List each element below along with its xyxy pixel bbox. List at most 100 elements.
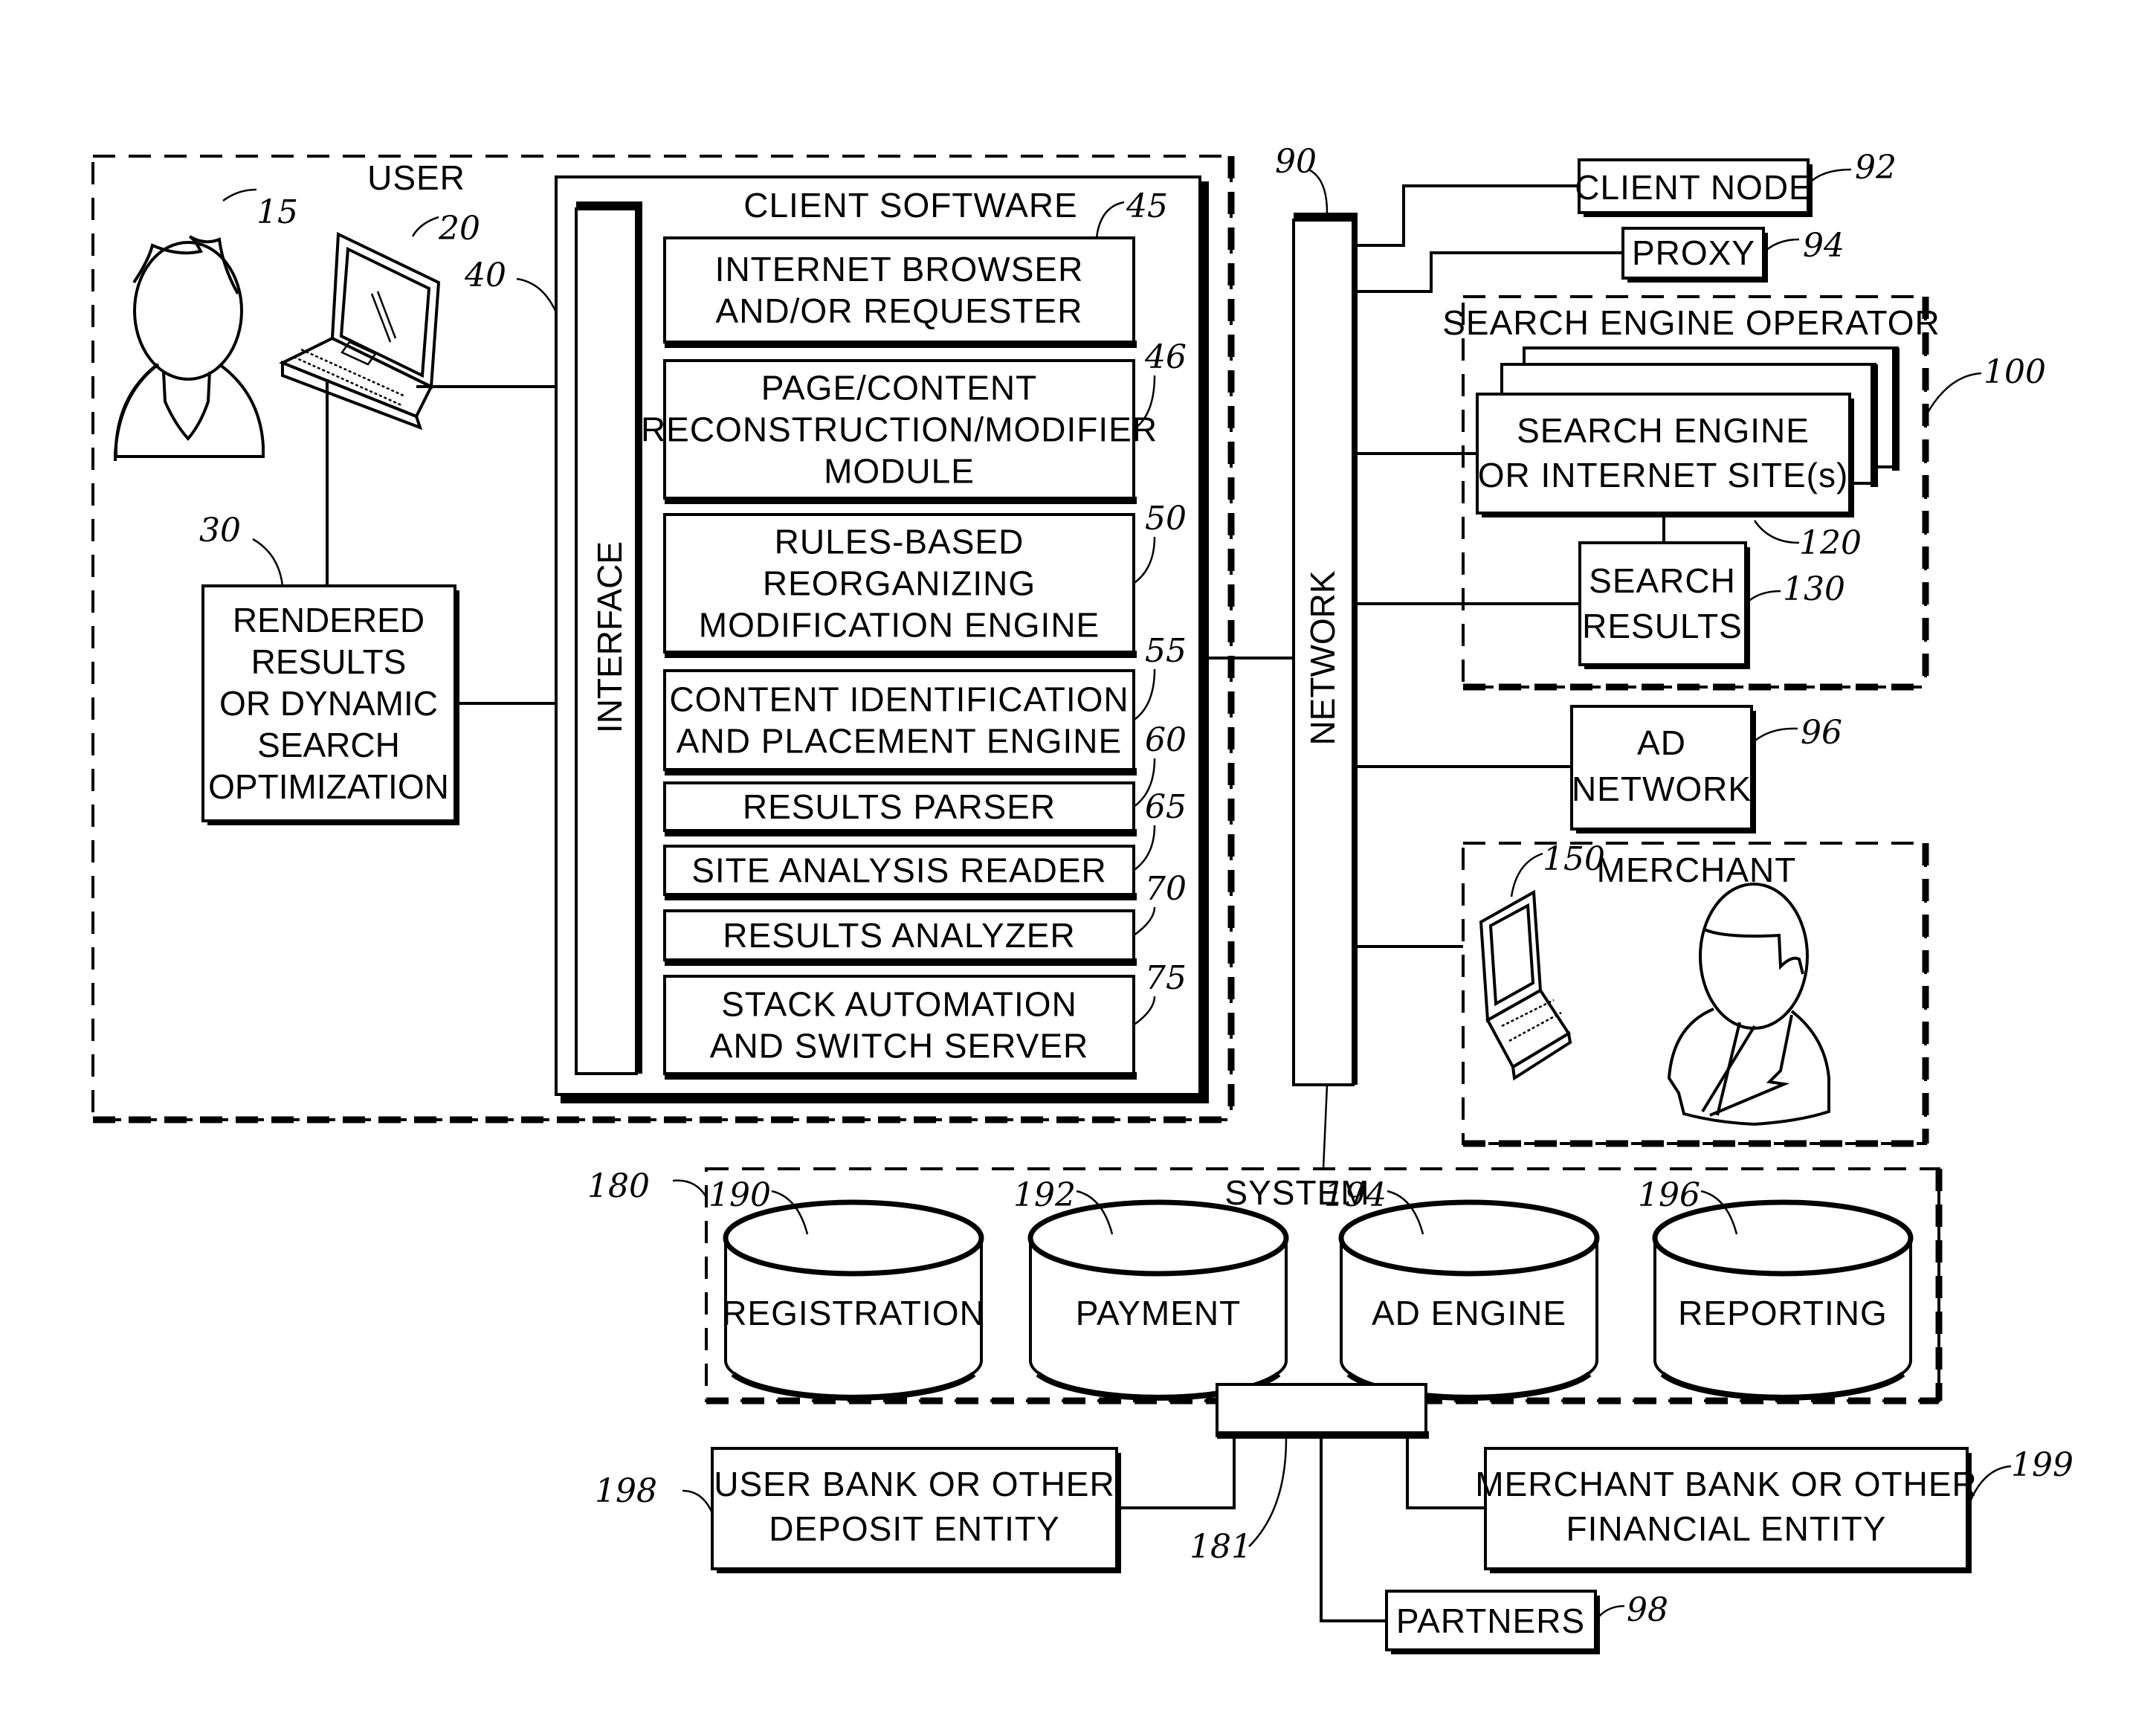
ref-96: 96 bbox=[1801, 714, 1842, 752]
rendered-line-4: SEARCH bbox=[257, 726, 400, 764]
database-label: AD ENGINE bbox=[1372, 1294, 1566, 1332]
user-person-icon bbox=[114, 235, 265, 461]
database-ref-190: 190 bbox=[709, 1176, 771, 1214]
module-label-line: AND PLACEMENT ENGINE bbox=[677, 722, 1122, 761]
database-label: PAYMENT bbox=[1076, 1294, 1242, 1332]
system-group: SYSTEM REGISTRATION190PAYMENT192AD ENGIN… bbox=[705, 1167, 1943, 1405]
merchant-group: MERCHANT 150 bbox=[1358, 840, 1929, 1147]
search-engine-box: SEARCH ENGINE OR INTERNET SITE(s) bbox=[1476, 393, 1854, 517]
merchant-bank-line-1: MERCHANT BANK OR OTHER bbox=[1475, 1465, 1977, 1503]
module-label-line: INTERNET BROWSER bbox=[715, 250, 1084, 288]
rendered-results-box: RENDERED RESULTS OR DYNAMIC SEARCH OPTIM… bbox=[201, 584, 459, 825]
module-label-line: MODIFICATION ENGINE bbox=[699, 606, 1100, 645]
client-node-label: CLIENT NODE bbox=[1575, 168, 1812, 207]
search-results-box: SEARCH RESULTS bbox=[1578, 541, 1750, 669]
search-engine-line-1: SEARCH ENGINE bbox=[1517, 411, 1810, 450]
connector-to-merchant-bank-link bbox=[1406, 1439, 1485, 1509]
partners-box: PARTNERS bbox=[1385, 1590, 1600, 1654]
module-label-line: MODULE bbox=[824, 452, 975, 491]
module-ref-55: 55 bbox=[1145, 632, 1187, 670]
search-results-line-1: SEARCH bbox=[1589, 561, 1736, 600]
merchant-title: MERCHANT bbox=[1597, 851, 1797, 889]
module-label-line: CONTENT IDENTIFICATION bbox=[669, 680, 1129, 719]
merchant-person-icon bbox=[1667, 883, 1830, 1126]
ref-150: 150 bbox=[1543, 840, 1605, 878]
user-bank-box: USER BANK OR OTHER DEPOSIT ENTITY bbox=[711, 1447, 1121, 1573]
module-box: STACK AUTOMATIONAND SWITCH SERVER 75 bbox=[663, 959, 1187, 1080]
system-architecture-diagram: USER 15 20 40 RENDERED RESULTS OR DYNAMI… bbox=[91, 143, 2073, 1654]
module-ref-70: 70 bbox=[1145, 870, 1187, 908]
rendered-line-3: OR DYNAMIC bbox=[219, 684, 438, 723]
module-box: PAGE/CONTENTRECONSTRUCTION/MODIFIERMODUL… bbox=[641, 338, 1187, 504]
partners-label: PARTNERS bbox=[1396, 1602, 1585, 1640]
rendered-line-2: RESULTS bbox=[251, 642, 407, 681]
merchant-bank-box: MERCHANT BANK OR OTHER FINANCIAL ENTITY bbox=[1475, 1447, 1977, 1573]
user-bank-line-1: USER BANK OR OTHER bbox=[714, 1465, 1114, 1503]
proxy-label: PROXY bbox=[1632, 233, 1755, 272]
module-label-line: AND SWITCH SERVER bbox=[710, 1027, 1088, 1065]
user-group-title: USER bbox=[367, 158, 465, 197]
database-registration: REGISTRATION 190 bbox=[709, 1176, 985, 1401]
connector-to-partners-link bbox=[1320, 1439, 1387, 1622]
ref-181: 181 bbox=[1190, 1528, 1252, 1566]
module-label-line: RESULTS PARSER bbox=[743, 787, 1056, 826]
module-label-line: RECONSTRUCTION/MODIFIER bbox=[641, 410, 1158, 449]
database-label: REGISTRATION bbox=[722, 1294, 985, 1332]
user-laptop-icon bbox=[279, 231, 441, 430]
database-ad-engine: AD ENGINE 194 bbox=[1324, 1176, 1600, 1401]
connector-to-user-bank-link bbox=[1117, 1439, 1236, 1509]
module-label-line: RESULTS ANALYZER bbox=[723, 916, 1075, 955]
ref-20: 20 bbox=[438, 210, 480, 248]
merchant-bank-line-2: FINANCIAL ENTITY bbox=[1566, 1509, 1887, 1548]
rendered-line-5: OPTIMIZATION bbox=[208, 767, 449, 806]
ref-198: 198 bbox=[595, 1472, 657, 1510]
ref-130: 130 bbox=[1783, 570, 1845, 608]
module-label-line: PAGE/CONTENT bbox=[761, 369, 1038, 407]
system-connector-box bbox=[1216, 1383, 1429, 1439]
database-label: REPORTING bbox=[1678, 1294, 1888, 1332]
ref-30: 30 bbox=[199, 512, 241, 549]
network-to-system-link bbox=[1322, 1084, 1329, 1170]
ref-180: 180 bbox=[587, 1167, 650, 1205]
ref-40: 40 bbox=[464, 257, 506, 294]
database-ref-196: 196 bbox=[1638, 1176, 1700, 1214]
client-software-box: CLIENT SOFTWARE INTERFACE INTERNET BROWS… bbox=[555, 175, 1209, 1103]
ref-15: 15 bbox=[256, 193, 298, 231]
interface-bar: INTERFACE bbox=[575, 201, 642, 1075]
client-modules: INTERNET BROWSERAND/OR REQUESTER 45 PAGE/C… bbox=[641, 187, 1187, 1080]
search-engine-operator-title: SEARCH ENGINE OPERATOR bbox=[1442, 303, 1940, 342]
ad-network-line-1: AD bbox=[1637, 723, 1686, 762]
ref-199: 199 bbox=[2011, 1446, 2073, 1484]
database-payment: PAYMENT 192 bbox=[1013, 1176, 1289, 1401]
module-label-line: STACK AUTOMATION bbox=[721, 985, 1077, 1024]
ref-120: 120 bbox=[1799, 524, 1862, 562]
interface-label: INTERFACE bbox=[590, 541, 629, 733]
user-bank-line-2: DEPOSIT ENTITY bbox=[769, 1509, 1059, 1548]
proxy-box: PROXY bbox=[1621, 227, 1768, 283]
module-box: RULES-BASEDREORGANIZINGMODIFICATION ENGI… bbox=[663, 500, 1187, 658]
network-to-proxy-link bbox=[1358, 251, 1623, 293]
search-engine-line-2: OR INTERNET SITE(s) bbox=[1478, 456, 1849, 494]
network-to-client-node-link bbox=[1358, 184, 1579, 247]
module-ref-65: 65 bbox=[1145, 788, 1187, 826]
search-results-line-2: RESULTS bbox=[1582, 607, 1743, 645]
ref-90: 90 bbox=[1275, 143, 1317, 181]
network-bar: NETWORK bbox=[1292, 213, 1358, 1086]
module-ref-50: 50 bbox=[1145, 500, 1187, 538]
module-label-line: RULES-BASED bbox=[775, 523, 1024, 561]
client-software-title: CLIENT SOFTWARE bbox=[743, 186, 1077, 225]
ref-94: 94 bbox=[1803, 227, 1844, 265]
module-label-line: SITE ANALYSIS READER bbox=[691, 851, 1107, 890]
database-ref-192: 192 bbox=[1013, 1176, 1076, 1214]
module-ref-45: 45 bbox=[1126, 187, 1168, 225]
ref-98: 98 bbox=[1627, 1591, 1668, 1629]
user-group: USER 15 20 40 RENDERED RESULTS OR DYNAMI… bbox=[91, 155, 1235, 1123]
search-engine-operator-group: SEARCH ENGINE OPERATOR SEARCH ENGINE OR … bbox=[1442, 295, 1940, 691]
ref-92: 92 bbox=[1855, 149, 1897, 187]
module-ref-60: 60 bbox=[1145, 721, 1187, 759]
merchant-laptop-icon bbox=[1479, 889, 1572, 1081]
ad-network-line-2: NETWORK bbox=[1572, 770, 1752, 808]
module-ref-46: 46 bbox=[1144, 338, 1187, 376]
database-ref-194: 194 bbox=[1324, 1176, 1387, 1214]
module-label-line: AND/OR REQUESTER bbox=[716, 291, 1083, 330]
